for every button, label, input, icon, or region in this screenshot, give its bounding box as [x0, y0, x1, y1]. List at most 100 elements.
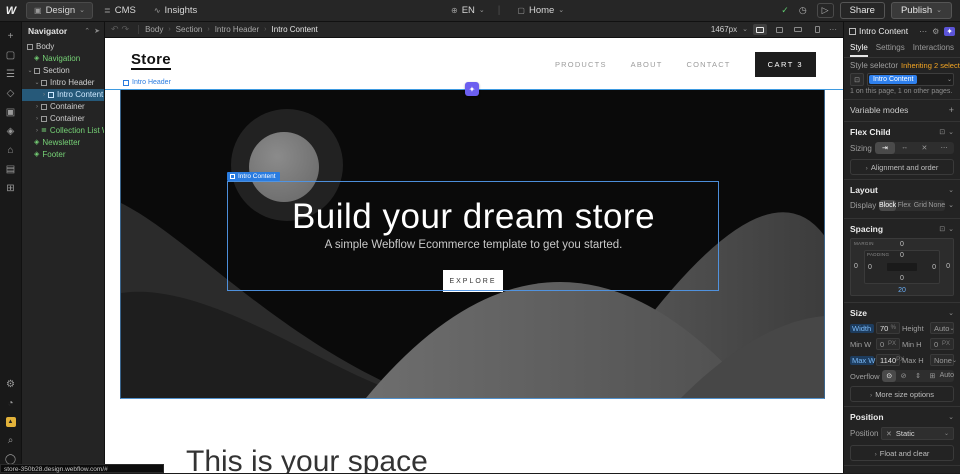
max-width-input[interactable]: 1140 PX — [876, 354, 900, 366]
share-button[interactable]: Share — [840, 2, 885, 19]
min-width-input[interactable]: 0 PX — [876, 338, 900, 350]
comments-icon[interactable]: ◷ — [795, 4, 811, 17]
warning-badge-icon[interactable]: ▲ — [6, 417, 16, 427]
sizing-shrink-icon[interactable]: ⇥ — [875, 142, 895, 154]
page-selector[interactable]: ▢ Home ⌄ — [510, 3, 571, 18]
more-breakpoints-icon[interactable]: ⋯ — [829, 25, 837, 34]
overflow-hidden-icon[interactable]: ⊘ — [896, 370, 910, 382]
webflow-logo[interactable]: W — [0, 5, 22, 17]
intro-header-tag[interactable]: Intro Header — [123, 79, 171, 86]
collapse-all-icon[interactable]: ⌃ — [84, 27, 90, 35]
tree-item-section[interactable]: ⌄ Section — [22, 65, 104, 77]
margin-bottom-value[interactable]: 20 — [851, 287, 953, 294]
overflow-clip-icon[interactable]: ⊞ — [925, 370, 939, 382]
undo-icon[interactable]: ↶ — [111, 24, 119, 35]
add-element-icon[interactable]: + — [0, 27, 21, 46]
sizing-more-icon[interactable]: ⋯ — [934, 142, 954, 154]
breadcrumb-item[interactable]: Body — [145, 25, 163, 34]
cart-button[interactable]: CART 3 — [755, 52, 816, 77]
margin-right-value[interactable]: 0 — [946, 263, 950, 270]
nav-link-about[interactable]: ABOUT — [631, 60, 663, 69]
language-selector[interactable]: ⊕ EN ⌄ — [444, 3, 492, 18]
breadcrumb-item-current[interactable]: Intro Content — [272, 25, 318, 34]
help-dial-icon[interactable]: ◔ — [0, 394, 21, 413]
display-none[interactable]: None — [928, 200, 945, 211]
min-height-input[interactable]: 0 PX — [930, 338, 954, 350]
hero-section[interactable]: Build your dream store A simple Webflow … — [120, 89, 825, 399]
tree-item-newsletter[interactable]: ◈ Newsletter — [22, 137, 104, 149]
sizing-grow-icon[interactable]: ↔ — [895, 142, 915, 154]
height-input[interactable]: Auto ⌄ — [930, 322, 954, 334]
chevron-down-icon[interactable]: ⌄ — [27, 65, 33, 77]
breakpoint-desktop-icon[interactable] — [753, 24, 767, 35]
selection-badge[interactable]: Intro Content — [227, 172, 280, 181]
chevron-down-icon[interactable]: ⌄ — [948, 128, 954, 136]
inheriting-selectors[interactable]: Inheriting 2 selectors — [901, 61, 960, 70]
symbols-icon[interactable]: ◈ — [0, 122, 21, 141]
pin-panel-icon[interactable]: ➤ — [94, 27, 100, 35]
more-size-options-button[interactable]: ›More size options — [850, 386, 954, 402]
width-input[interactable]: 70 % — [876, 322, 900, 334]
tab-interactions[interactable]: Interactions — [913, 41, 954, 57]
sizing-none-icon[interactable]: ✕ — [915, 142, 935, 154]
element-settings-icon[interactable]: ⚙ — [932, 27, 939, 36]
breakpoint-phone-portrait-icon[interactable] — [810, 24, 824, 35]
tab-style[interactable]: Style — [850, 41, 868, 57]
chevron-down-icon[interactable]: ⌄ — [948, 204, 954, 208]
breakpoint-indicator-icon[interactable]: ⊡ — [850, 73, 864, 86]
design-canvas[interactable]: Store PRODUCTS ABOUT CONTACT CART 3 Intr… — [105, 38, 843, 473]
section-heading[interactable]: This is your space — [186, 445, 428, 473]
tree-item-container[interactable]: › Container — [22, 113, 104, 125]
margin-left-value[interactable]: 0 — [854, 263, 858, 270]
breadcrumb-item[interactable]: Intro Header — [215, 25, 259, 34]
padding-left-value[interactable]: 0 — [868, 264, 872, 271]
add-variable-mode-icon[interactable]: + — [949, 105, 954, 115]
spacing-settings-icon[interactable]: ⊡ — [939, 225, 945, 233]
max-height-input[interactable]: None ⌄ — [930, 354, 954, 366]
tab-settings[interactable]: Settings — [876, 41, 905, 57]
canvas-width-value[interactable]: 1467px — [711, 25, 737, 34]
tree-item-container[interactable]: › Container — [22, 101, 104, 113]
preview-icon[interactable]: ▷ — [817, 3, 834, 18]
class-pill[interactable]: Intro Content — [869, 75, 917, 84]
breakpoint-tablet-icon[interactable] — [772, 24, 786, 35]
search-icon[interactable]: ⌕ — [0, 431, 21, 450]
chevron-right-icon[interactable]: › — [34, 101, 40, 113]
display-block[interactable]: Block — [879, 200, 896, 211]
float-clear-button[interactable]: ›Float and clear — [850, 445, 954, 461]
insights-button[interactable]: ∿ Insights — [147, 3, 204, 18]
ecommerce-icon[interactable]: ⌂ — [0, 141, 21, 160]
chevron-down-icon[interactable]: ⌄ — [948, 309, 954, 317]
chevron-right-icon[interactable]: › — [41, 89, 47, 101]
libraries-icon[interactable]: ▤ — [0, 160, 21, 179]
redo-icon[interactable]: ↷ — [122, 24, 130, 35]
position-select[interactable]: ✕ Static ⌄ — [881, 427, 954, 440]
min-height-unit[interactable]: PX — [942, 341, 950, 347]
display-flex[interactable]: Flex — [896, 200, 912, 211]
element-edit-icon[interactable]: ✦ — [944, 27, 955, 36]
chevron-down-icon[interactable]: ⌄ — [948, 186, 954, 194]
design-mode-button[interactable]: ▣ Design ⌄ — [26, 2, 93, 19]
cms-button[interactable]: ≣ CMS — [97, 3, 143, 18]
tree-item-navigation[interactable]: ◈ Navigation — [22, 53, 104, 65]
breakpoint-phone-landscape-icon[interactable] — [791, 24, 805, 35]
apps-icon[interactable]: ⊞ — [0, 179, 21, 198]
element-handle-icon[interactable]: ✦ — [465, 82, 479, 96]
tree-item-collection-list[interactable]: › ≣ Collection List Wra... — [22, 125, 104, 137]
nav-link-contact[interactable]: CONTACT — [687, 60, 731, 69]
class-selector-input[interactable]: Intro Content ⌄ — [867, 73, 954, 86]
tree-item-body[interactable]: Body — [22, 41, 104, 53]
margin-top-value[interactable]: 0 — [851, 241, 953, 248]
chevron-down-icon[interactable]: ⌄ — [34, 77, 40, 89]
overflow-auto[interactable]: Auto — [940, 370, 954, 382]
settings-icon[interactable]: ⚙ — [0, 375, 21, 394]
site-logo[interactable]: Store — [131, 51, 171, 70]
overflow-scroll-icon[interactable]: ⇕ — [911, 370, 925, 382]
chevron-right-icon[interactable]: › — [34, 113, 40, 125]
publish-button[interactable]: Publish ⌄ — [891, 2, 952, 19]
assets-icon[interactable]: ▣ — [0, 103, 21, 122]
chevron-down-icon[interactable]: ⌄ — [948, 225, 954, 233]
min-width-unit[interactable]: PX — [888, 341, 896, 347]
tree-item-intro-header[interactable]: ⌄ Intro Header — [22, 77, 104, 89]
display-grid[interactable]: Grid — [912, 200, 928, 211]
